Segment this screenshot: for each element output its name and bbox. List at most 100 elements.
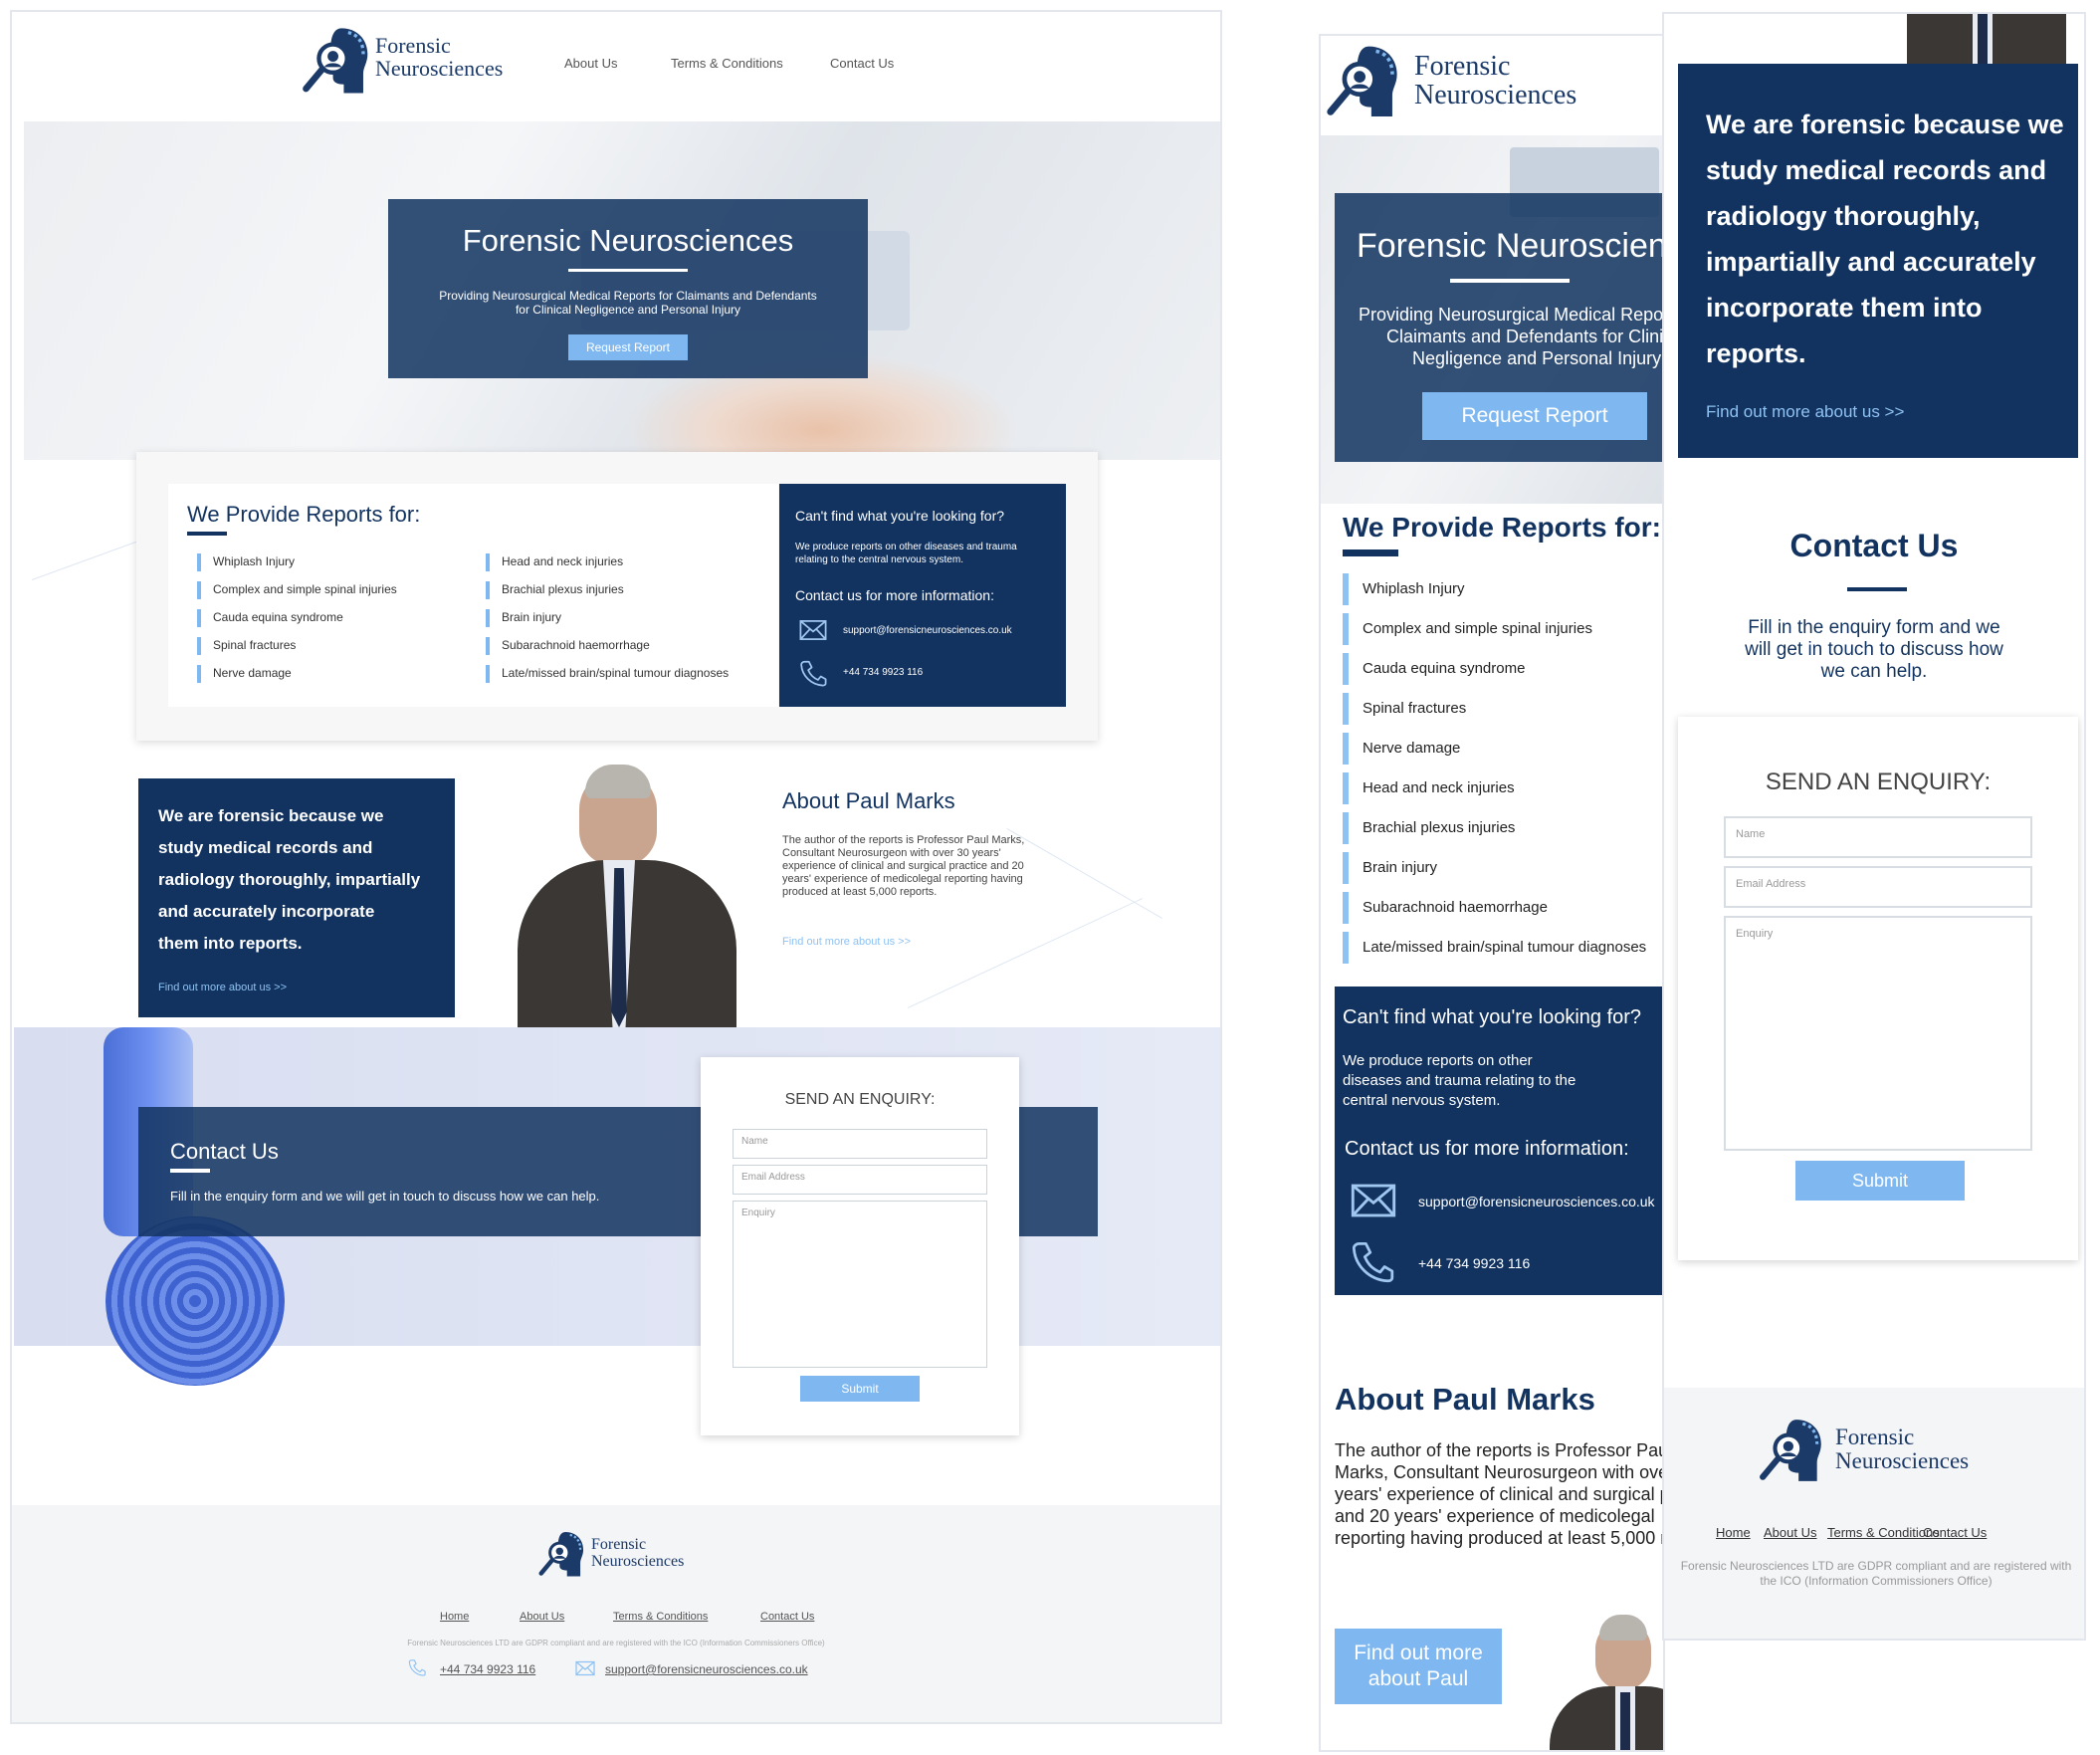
m2-forensic-line: incorporate them into	[1706, 293, 1983, 323]
m1-lookup-body-3: central nervous system.	[1343, 1092, 1501, 1109]
m2-forensic-line: impartially and accurately	[1706, 247, 2036, 277]
m1-lookup-phone[interactable]: +44 734 9923 116	[1418, 1255, 1530, 1271]
nav-about[interactable]: About Us	[564, 56, 617, 71]
m1-logo-icon[interactable]	[1325, 42, 1406, 123]
about-line: years' experience of medicolegal reporti…	[782, 873, 1023, 885]
forensic-box: We are forensic because we study medical …	[138, 778, 455, 1017]
m2-footer-logo-text[interactable]: Forensic Neurosciences	[1835, 1425, 1970, 1474]
m1-report-item: Late/missed brain/spinal tumour diagnose…	[1343, 932, 1646, 964]
m1-report-item: Spinal fractures	[1343, 693, 1466, 725]
m1-request-report-button[interactable]: Request Report	[1422, 392, 1647, 440]
m2-forensic-line: radiology thoroughly,	[1706, 201, 1981, 231]
forensic-line: them into reports.	[158, 934, 303, 953]
m2-footer-link[interactable]: Contact Us	[1923, 1525, 1987, 1540]
request-report-button[interactable]: Request Report	[568, 334, 688, 360]
about-line: produced at least 5,000 reports.	[782, 886, 938, 898]
m2-forensic-line: reports.	[1706, 338, 1806, 368]
email-field[interactable]: Email Address	[733, 1165, 987, 1195]
footer-phone[interactable]: +44 734 9923 116	[440, 1662, 535, 1676]
mobile-view-2: We are forensic because we study medical …	[1662, 12, 2086, 1641]
forensic-line: and accurately incorporate	[158, 902, 375, 921]
m1-lookup-body-1: We produce reports on other	[1343, 1052, 1533, 1069]
network-line	[908, 898, 1144, 1008]
enquiry-form-heading: SEND AN ENQUIRY:	[784, 1091, 936, 1108]
m1-logo-text[interactable]: Forensic Neurosciences	[1414, 52, 1576, 110]
m1-report-item: Head and neck injuries	[1343, 772, 1515, 804]
forensic-line: study medical records and	[158, 838, 373, 857]
contact-heading: Contact Us	[170, 1139, 279, 1164]
lookup-phone[interactable]: +44 734 9923 116	[843, 667, 923, 678]
m2-email-field[interactable]: Email Address	[1724, 866, 2032, 908]
nav-terms[interactable]: Terms & Conditions	[671, 56, 783, 71]
m1-hero-sub-2: Claimants and Defendants for Clinical	[1386, 327, 1665, 346]
enquiry-form-card: SEND AN ENQUIRY: Name Email Address Enqu…	[701, 1057, 1019, 1435]
logo-text[interactable]: Forensic Neurosciences	[375, 34, 503, 80]
m1-lookup-body-2: diseases and trauma relating to the	[1343, 1072, 1576, 1089]
m1-lookup-contact-heading: Contact us for more information:	[1345, 1138, 1629, 1160]
footer: Forensic Neurosciences Home About Us Terms…	[12, 1505, 1220, 1722]
m1-mail-icon	[1351, 1182, 1396, 1219]
m1-find-out-more-button[interactable]: Find out more about Paul	[1335, 1629, 1502, 1704]
m1-lookup-heading: Can't find what you're looking for?	[1343, 1006, 1642, 1028]
paul-marks-photo	[508, 765, 746, 1027]
report-item: Cauda equina syndrome	[197, 609, 343, 627]
report-item: Head and neck injuries	[486, 553, 623, 571]
m2-enquiry-heading: SEND AN ENQUIRY:	[1765, 768, 1992, 795]
m1-phone-icon	[1351, 1239, 1394, 1283]
footer-mail-icon	[575, 1660, 595, 1676]
hero-card: Forensic Neurosciences Providing Neurosu…	[388, 199, 868, 378]
footer-link[interactable]: Contact Us	[760, 1611, 814, 1623]
logo-icon[interactable]	[301, 24, 376, 100]
about-line: The author of the reports is Professor P…	[782, 834, 1025, 846]
forensic-link[interactable]: Find out more about us >>	[158, 982, 287, 993]
m1-report-item: Whiplash Injury	[1343, 573, 1465, 605]
m2-footer-brand-line2: Neurosciences	[1835, 1448, 1970, 1474]
m2-forensic-link[interactable]: Find out more about us >>	[1706, 402, 1904, 422]
footer-link[interactable]: Home	[440, 1611, 469, 1623]
m1-paul-marks-photo	[1550, 1615, 1663, 1750]
lookup-email[interactable]: support@forensicneurosciences.co.uk	[843, 625, 1012, 636]
lookup-contact-heading: Contact us for more information:	[795, 587, 994, 603]
lookup-body-1: We produce reports on other diseases and…	[795, 542, 1017, 552]
report-item: Nerve damage	[197, 665, 292, 683]
footer-legal: Forensic Neurosciences LTD are GDPR comp…	[407, 1639, 825, 1647]
network-line	[1006, 828, 1162, 919]
brand-line1: Forensic	[375, 33, 451, 58]
reports-heading-rule	[187, 532, 227, 536]
lookup-panel: Can't find what you're looking for? We p…	[779, 484, 1066, 707]
footer-link[interactable]: About Us	[520, 1611, 564, 1623]
m2-name-field[interactable]: Name	[1724, 816, 2032, 858]
about-link[interactable]: Find out more about us >>	[782, 936, 911, 948]
m2-contact-body-1: Fill in the enquiry form and we	[1748, 617, 2000, 638]
m1-about-line: Marks, Consultant Neurosurgeon with over	[1335, 1462, 1665, 1482]
footer-email[interactable]: support@forensicneurosciences.co.uk	[605, 1662, 808, 1676]
m1-hero-card: Forensic Neurosciences Providing Neurosu…	[1335, 193, 1665, 462]
m2-footer-link[interactable]: Home	[1716, 1525, 1751, 1540]
hero-subtitle-1: Providing Neurosurgical Medical Reports …	[439, 289, 817, 303]
submit-button[interactable]: Submit	[800, 1376, 920, 1402]
m2-enquiry-field[interactable]: Enquiry	[1724, 916, 2032, 1151]
m2-footer-logo-icon[interactable]	[1758, 1416, 1829, 1487]
mail-icon	[799, 619, 827, 641]
about-line: Consultant Neurosurgeon with over 30 yea…	[782, 847, 1001, 859]
m1-about-line: years' experience of clinical and surgic…	[1335, 1484, 1665, 1504]
report-item: Subarachnoid haemorrhage	[486, 637, 650, 655]
m2-contact-body-2: will get in touch to discuss how	[1745, 639, 2003, 660]
footer-logo-text[interactable]: Forensic Neurosciences	[591, 1536, 684, 1571]
name-field[interactable]: Name	[733, 1129, 987, 1159]
m1-lookup-email[interactable]: support@forensicneurosciences.co.uk	[1418, 1194, 1655, 1209]
report-item: Brain injury	[486, 609, 561, 627]
hero-divider	[568, 269, 688, 272]
footer-logo-icon[interactable]	[537, 1529, 589, 1581]
m2-submit-button[interactable]: Submit	[1795, 1161, 1965, 1201]
m2-forensic-box: We are forensic because we study medical …	[1678, 64, 2078, 458]
m2-footer-link[interactable]: About Us	[1764, 1525, 1816, 1540]
m1-report-item: Brain injury	[1343, 852, 1437, 884]
nav-contact[interactable]: Contact Us	[830, 56, 894, 71]
m1-find-out-more-l2: about Paul	[1367, 1667, 1469, 1690]
enquiry-field[interactable]: Enquiry	[733, 1201, 987, 1368]
footer-link[interactable]: Terms & Conditions	[613, 1611, 708, 1623]
m1-about-line: reporting having produced at least 5,000…	[1335, 1528, 1665, 1548]
m2-forensic-line: study medical records and	[1706, 155, 2047, 185]
report-item: Late/missed brain/spinal tumour diagnose…	[486, 665, 729, 683]
